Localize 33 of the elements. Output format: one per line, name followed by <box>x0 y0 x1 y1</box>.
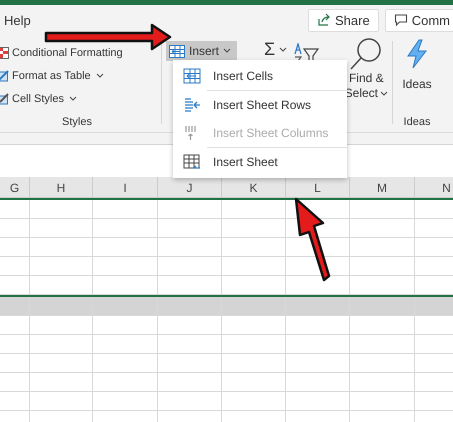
caret-icon <box>96 73 104 79</box>
menu-item[interactable]: Insert Sheet Rows <box>173 91 347 119</box>
insert-sheet-icon <box>183 154 201 170</box>
caret-icon <box>68 96 77 102</box>
insert-cells-icon <box>183 68 201 84</box>
cell-styles-icon <box>0 93 9 105</box>
insert-cells-icon <box>169 44 185 58</box>
autosum-button[interactable]: Σ <box>264 39 276 60</box>
menu-item[interactable]: Insert Cells <box>173 62 347 90</box>
insert-button[interactable]: Insert <box>166 41 238 61</box>
table-brush-icon <box>0 70 9 82</box>
ribbon-command[interactable]: Format as Table <box>0 67 157 85</box>
comments-button[interactable]: Comm <box>384 8 453 32</box>
group-label: Styles <box>61 116 93 130</box>
group-label: Ideas <box>404 116 430 130</box>
share-button[interactable]: Share <box>308 8 379 32</box>
column-header[interactable]: G <box>0 177 30 197</box>
ideas-button[interactable]: Ideas <box>402 39 432 116</box>
column-header[interactable]: I <box>93 177 158 197</box>
comment-icon <box>394 13 408 27</box>
search-icon[interactable] <box>349 37 384 71</box>
caret-icon <box>380 90 388 96</box>
find-select-label[interactable]: Find & <box>348 71 384 86</box>
insert-rows-icon <box>183 97 201 113</box>
caret-icon <box>223 48 232 54</box>
share-icon <box>317 13 332 27</box>
ribbon-command[interactable]: Cell Styles <box>0 90 157 108</box>
column-header[interactable]: H <box>30 177 93 197</box>
caret-icon[interactable] <box>279 47 288 53</box>
lightning-icon <box>404 39 429 69</box>
column-header[interactable]: N <box>415 177 453 197</box>
column-header[interactable]: M <box>350 177 415 197</box>
help-tab[interactable]: Help <box>0 12 31 28</box>
